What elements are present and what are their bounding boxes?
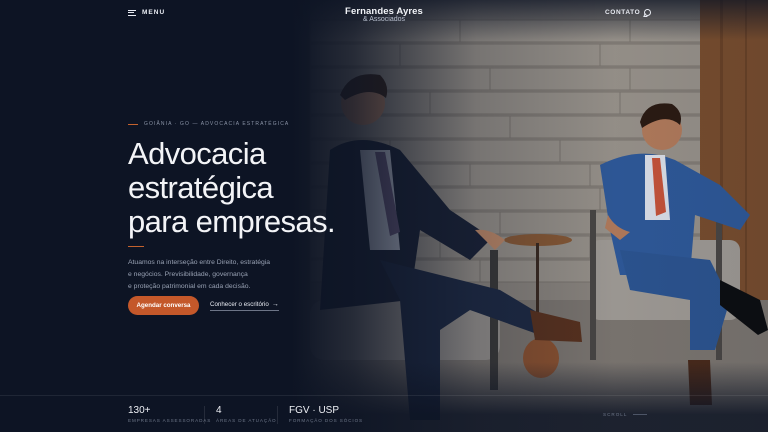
hero-lead: Atuamos na interseção entre Direito, est… [128,257,278,293]
stat-value: 4 [216,405,222,416]
lead-line: Atuamos na interseção entre Direito, est… [128,259,271,266]
site-header: MENU Fernandes Ayres & Associados CONTAT… [0,0,768,30]
about-firm-link-label: Conhecer o escritório [210,301,269,308]
scroll-hint[interactable]: SCROLL [603,412,648,417]
contact-label: CONTATO [605,9,641,16]
stat-separator [277,406,278,424]
eyebrow-rule [128,123,138,125]
stat-value: 130+ [128,405,151,416]
stats-bar: 130+ EMPRESAS ASSESSORADAS 4 ÁREAS DE AT… [0,395,768,432]
scroll-label: SCROLL [603,412,628,417]
stat-label: FORMAÇÃO DOS SÓCIOS [289,418,364,423]
stat-item: 4 ÁREAS DE ATUAÇÃO [216,405,277,423]
schedule-button-label: Agendar conversa [136,302,191,309]
hero-divider [128,246,144,247]
scroll-line [633,414,648,415]
headline-line: Advocacia [128,136,266,171]
headline-line: estratégica [128,170,274,205]
contact-button[interactable]: CONTATO [605,9,652,16]
lead-line: e proteção patrimonial em cada decisão. [128,283,251,290]
stat-value: FGV · USP [289,405,340,416]
stat-label: ÁREAS DE ATUAÇÃO [216,418,277,423]
schedule-button[interactable]: Agendar conversa [128,296,199,315]
stat-item: 130+ EMPRESAS ASSESSORADAS [128,405,211,423]
eyebrow-text: GOIÂNIA · GO — ADVOCACIA ESTRATÉGICA [144,121,290,127]
hero-headline: Advocacia estratégica para empresas. [128,137,368,239]
hero-eyebrow: GOIÂNIA · GO — ADVOCACIA ESTRATÉGICA [128,121,289,127]
lead-line: e negócios. Previsibilidade, governança [128,271,248,278]
stat-item: FGV · USP FORMAÇÃO DOS SÓCIOS [289,405,363,423]
headline-line: para empresas. [128,204,336,239]
whatsapp-icon [644,9,652,16]
logo-subtitle: & Associados [362,16,406,23]
stat-label: EMPRESAS ASSESSORADAS [128,418,212,423]
about-firm-link[interactable]: Conhecer o escritório → [210,301,279,311]
stat-separator [204,406,205,424]
logo[interactable]: Fernandes Ayres & Associados [0,6,768,23]
arrow-right-icon: → [271,301,279,308]
